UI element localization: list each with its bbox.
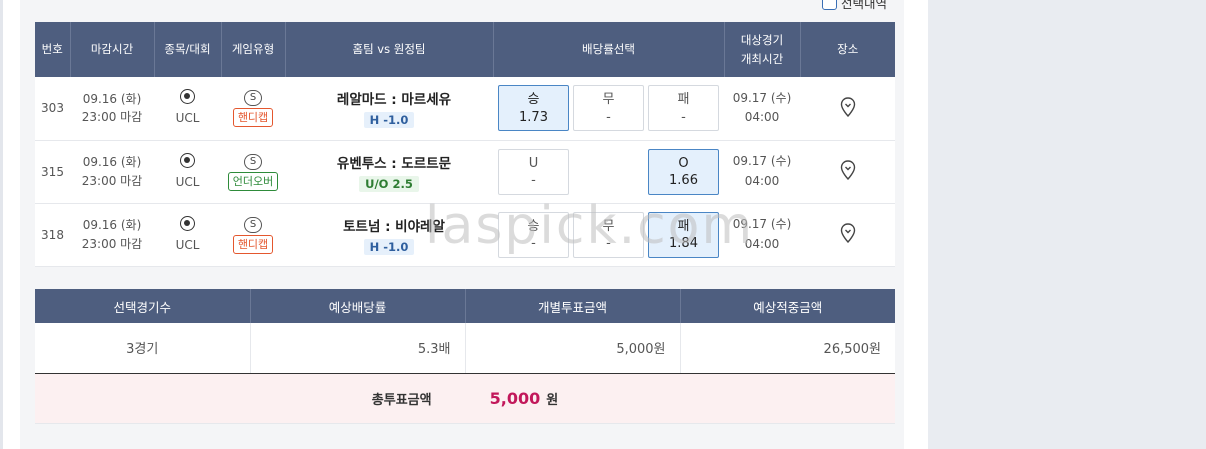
odds-draw-button[interactable]: 무- (573, 85, 644, 132)
venue-cell (800, 140, 895, 203)
match-teams: 토트넘 : 비야레알 (343, 218, 445, 235)
league-cell: UCL (154, 140, 221, 203)
deadline-cell: 09.16 (화) 23:00 마감 (81, 217, 143, 251)
handicap-value: H -1.0 (363, 112, 415, 129)
odds-draw-button[interactable]: 무- (573, 211, 644, 258)
single-badge: S (244, 216, 262, 233)
total-bet-bar: 총투표금액 5,000 원 (35, 374, 895, 424)
col-match: 홈팀 vs 원정팀 (285, 22, 494, 77)
match-cell: 레알마드 : 마르세유 H -1.0 (285, 77, 493, 140)
summary-header-payout: 예상적중금액 (680, 289, 895, 323)
left-rail (0, 0, 3, 449)
soccer-ball-icon (180, 152, 195, 168)
location-pin-icon[interactable] (840, 97, 856, 117)
location-pin-icon[interactable] (840, 160, 856, 180)
selection-checkbox[interactable] (822, 0, 837, 10)
odds-lose-button[interactable]: 패- (648, 85, 719, 132)
odds-cell: 승 1.73 무- 패- (493, 77, 724, 140)
odds-under-button[interactable]: U- (498, 148, 569, 195)
league-cell: UCL (154, 203, 221, 266)
game-type-cell: S 핸디캡 (221, 203, 285, 266)
col-odds: 배당률선택 (493, 22, 725, 77)
venue-cell (800, 203, 895, 266)
col-venue: 장소 (800, 22, 895, 77)
handicap-tag: 핸디캡 (232, 234, 274, 254)
col-league: 종목/대회 (154, 22, 222, 77)
summary-header-count: 선택경기수 (35, 289, 251, 323)
handicap-tag: 핸디캡 (232, 108, 274, 128)
summary-expected-payout: 26,500원 (680, 323, 895, 374)
deadline-cell: 09.16 (화) 23:00 마감 (81, 91, 143, 125)
handicap-value: U/O 2.5 (359, 175, 419, 192)
soccer-ball-icon (180, 215, 195, 231)
event-time-cell: 09.17 (수) 04:00 (732, 91, 792, 125)
row-number: 318 (41, 227, 64, 242)
match-cell: 유벤투스 : 도르트문 U/O 2.5 (285, 140, 493, 203)
odds-cell: U- O 1.66 (493, 140, 724, 203)
col-game-type: 게임유형 (221, 22, 286, 77)
under-over-tag: 언더오버 (227, 171, 279, 191)
deadline-cell: 09.16 (화) 23:00 마감 (81, 154, 143, 188)
odds-win-button[interactable]: 승 1.73 (498, 85, 569, 132)
summary-expected-odds: 5.3배 (250, 323, 466, 374)
total-bet-unit: 원 (546, 393, 559, 408)
right-side-panel (928, 0, 1206, 449)
row-number: 303 (41, 101, 64, 116)
table-row: 303 09.16 (화) 23:00 마감 UCL S 핸디캡 레알마드 : 마르… (35, 77, 895, 140)
col-deadline: 마감시간 (70, 22, 155, 77)
match-teams: 레알마드 : 마르세유 (336, 92, 452, 109)
odds-win-button[interactable]: 승- (498, 211, 569, 258)
match-cell: 토트넘 : 비야레알 H -1.0 (285, 203, 493, 266)
summary-game-count: 3경기 (35, 323, 251, 374)
location-pin-icon[interactable] (840, 223, 856, 243)
summary-stake-amount: 5,000원 (465, 323, 681, 374)
col-event-time: 대상경기 개최시간 (724, 22, 801, 77)
total-bet-amount: 5,000 (489, 389, 541, 408)
league-cell: UCL (154, 77, 221, 140)
summary-table: 선택경기수 예상배당률 개별투표금액 예상적중금액 3경기 5.3배 5,000… (35, 289, 895, 374)
odds-lose-button[interactable]: 패 1.84 (648, 211, 719, 258)
table-row: 315 09.16 (화) 23:00 마감 UCL S 언더오버 유벤투스 : 도… (35, 140, 895, 203)
odds-cell: 승- 무- 패 1.84 (493, 203, 724, 266)
event-time-cell: 09.17 (수) 04:00 (732, 217, 792, 251)
selection-history-label: 선택내역 (841, 0, 888, 11)
game-type-cell: S 핸디캡 (221, 77, 285, 140)
selection-history-toggle[interactable]: 선택내역 (822, 0, 887, 12)
row-number: 315 (41, 164, 64, 179)
game-type-cell: S 언더오버 (221, 140, 285, 203)
single-badge: S (244, 90, 262, 107)
col-no: 번호 (35, 22, 71, 77)
table-row: 318 09.16 (화) 23:00 마감 UCL S 핸디캡 토트넘 : 비야레… (35, 203, 895, 266)
venue-cell (800, 77, 895, 140)
odds-over-button[interactable]: O 1.66 (648, 148, 719, 195)
single-badge: S (244, 153, 262, 170)
games-table: 번호 마감시간 종목/대회 게임유형 홈팀 vs 원정팀 배당률선택 대상경기 개… (35, 22, 895, 267)
total-bet-label: 총투표금액 (371, 393, 432, 408)
summary-header-stake: 개별투표금액 (465, 289, 681, 323)
event-time-cell: 09.17 (수) 04:00 (732, 154, 792, 188)
handicap-value: H -1.0 (363, 238, 415, 255)
soccer-ball-icon (180, 89, 195, 105)
match-teams: 유벤투스 : 도르트문 (336, 155, 452, 172)
games-table-header: 번호 마감시간 종목/대회 게임유형 홈팀 vs 원정팀 배당률선택 대상경기 개… (35, 22, 895, 77)
summary-header-odds: 예상배당률 (250, 289, 466, 323)
